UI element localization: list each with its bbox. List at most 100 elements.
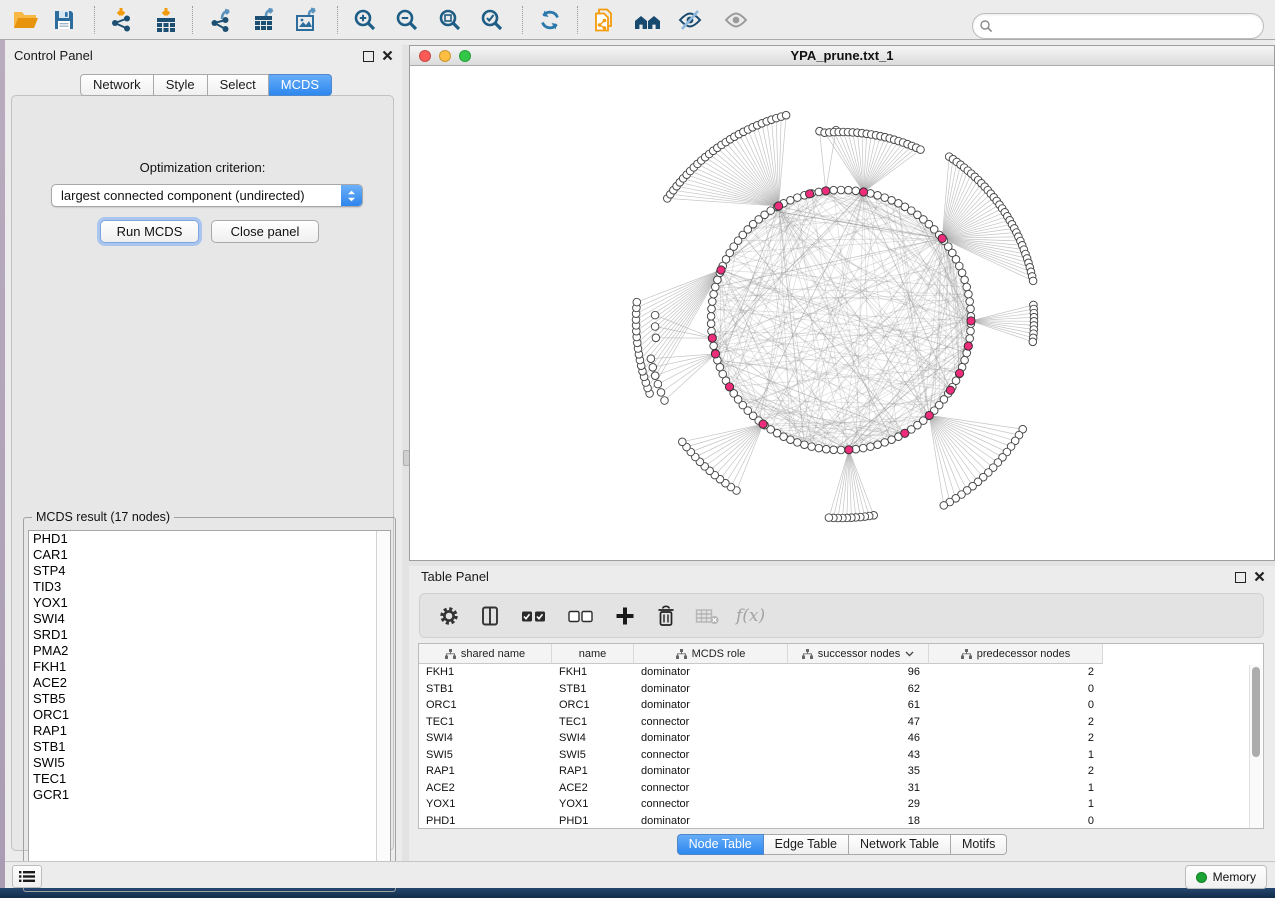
table-row[interactable]: SWI4SWI4dominator462: [419, 730, 1251, 747]
graph-node[interactable]: [710, 290, 718, 298]
graph-node[interactable]: [654, 380, 662, 388]
graph-mcds-node[interactable]: [711, 350, 719, 358]
list-item[interactable]: PHD1: [29, 531, 390, 547]
home-icon[interactable]: [630, 2, 666, 38]
graph-mcds-node[interactable]: [775, 202, 783, 210]
memory-button[interactable]: Memory: [1185, 865, 1267, 889]
graph-node[interactable]: [958, 269, 966, 277]
graph-mcds-node[interactable]: [759, 420, 767, 428]
zoom-out-icon[interactable]: [389, 2, 425, 38]
zoom-fit-icon[interactable]: [432, 2, 468, 38]
graph-node[interactable]: [782, 111, 790, 119]
tab-style[interactable]: Style: [154, 74, 208, 96]
vertical-splitter[interactable]: [402, 45, 409, 861]
graph-node[interactable]: [822, 445, 830, 453]
graph-node[interactable]: [881, 439, 889, 447]
list-item[interactable]: ACE2: [29, 675, 390, 691]
network-window-titlebar[interactable]: YPA_prune.txt_1: [410, 46, 1274, 66]
save-icon[interactable]: [46, 2, 82, 38]
graph-mcds-node[interactable]: [901, 429, 909, 437]
graph-node[interactable]: [649, 364, 657, 372]
close-window-icon[interactable]: [1254, 571, 1265, 582]
share-document-icon[interactable]: [588, 2, 624, 38]
float-window-icon[interactable]: [1235, 572, 1246, 583]
list-item[interactable]: SWI5: [29, 755, 390, 771]
graph-node[interactable]: [651, 311, 659, 319]
graph-node[interactable]: [647, 355, 655, 363]
graph-node[interactable]: [961, 276, 969, 284]
column-header-name[interactable]: name: [552, 644, 634, 664]
graph-mcds-node[interactable]: [938, 234, 946, 242]
graph-mcds-node[interactable]: [725, 383, 733, 391]
graph-node[interactable]: [967, 305, 975, 313]
graph-node[interactable]: [815, 444, 823, 452]
table-row[interactable]: STB1STB1dominator620: [419, 681, 1251, 698]
graph-node[interactable]: [714, 276, 722, 284]
graph-node[interactable]: [1029, 338, 1037, 346]
graph-node[interactable]: [852, 187, 860, 195]
graph-node[interactable]: [917, 146, 925, 154]
zoom-selected-icon[interactable]: [474, 2, 510, 38]
table-scrollbar-thumb[interactable]: [1252, 667, 1260, 757]
list-item[interactable]: TEC1: [29, 771, 390, 787]
graph-node[interactable]: [830, 186, 838, 194]
graph-node[interactable]: [940, 502, 948, 510]
list-item[interactable]: FKH1: [29, 659, 390, 675]
list-item[interactable]: GCR1: [29, 787, 390, 803]
graph-node[interactable]: [874, 441, 882, 449]
network-graph-canvas[interactable]: [410, 66, 1274, 560]
search-input[interactable]: [999, 16, 1263, 36]
column-header-predecessor-nodes[interactable]: predecessor nodes: [929, 644, 1103, 664]
hide-selected-icon[interactable]: [672, 2, 708, 38]
graph-node[interactable]: [707, 320, 715, 328]
list-item[interactable]: SRD1: [29, 627, 390, 643]
graph-node[interactable]: [961, 356, 969, 364]
mcds-result-list[interactable]: PHD1CAR1STP4TID3YOX1SWI4SRD1PMA2FKH1ACE2…: [28, 530, 391, 887]
list-item[interactable]: TID3: [29, 579, 390, 595]
task-history-button[interactable]: [12, 865, 42, 888]
graph-node[interactable]: [716, 363, 724, 371]
select-all-columns-icon[interactable]: [519, 604, 549, 628]
graph-mcds-node[interactable]: [845, 446, 853, 454]
graph-mcds-node[interactable]: [967, 317, 975, 325]
create-column-plus-icon[interactable]: [613, 604, 637, 628]
graph-node[interactable]: [837, 186, 845, 194]
table-row[interactable]: TEC1TEC1connector472: [419, 714, 1251, 731]
column-header-shared-name[interactable]: shared name: [419, 644, 552, 664]
list-item[interactable]: CAR1: [29, 547, 390, 563]
graph-mcds-node[interactable]: [806, 190, 814, 198]
graph-mcds-node[interactable]: [925, 411, 933, 419]
graph-node[interactable]: [845, 186, 853, 194]
table-row[interactable]: SWI5SWI5connector431: [419, 747, 1251, 764]
tab-node-table[interactable]: Node Table: [677, 834, 764, 855]
list-item[interactable]: STB1: [29, 739, 390, 755]
graph-mcds-node[interactable]: [956, 369, 964, 377]
graph-mcds-node[interactable]: [708, 334, 716, 342]
graph-mcds-node[interactable]: [860, 188, 868, 196]
graph-node[interactable]: [709, 298, 717, 306]
table-row[interactable]: YOX1YOX1connector291: [419, 796, 1251, 813]
import-table-icon[interactable]: [148, 2, 184, 38]
graph-node[interactable]: [837, 446, 845, 454]
tab-motifs[interactable]: Motifs: [951, 834, 1007, 855]
export-network-icon[interactable]: [204, 2, 240, 38]
close-window-icon[interactable]: [382, 50, 393, 61]
list-item[interactable]: RAP1: [29, 723, 390, 739]
show-columns-icon[interactable]: [478, 604, 502, 628]
table-settings-gear-icon[interactable]: [437, 604, 461, 628]
export-table-icon[interactable]: [247, 2, 283, 38]
graph-node[interactable]: [966, 335, 974, 343]
column-header-successor-nodes[interactable]: successor nodes: [788, 644, 929, 664]
list-item[interactable]: STP4: [29, 563, 390, 579]
zoom-in-icon[interactable]: [347, 2, 383, 38]
graph-node[interactable]: [707, 313, 715, 321]
graph-node[interactable]: [859, 444, 867, 452]
run-mcds-button[interactable]: Run MCDS: [100, 220, 199, 243]
optimization-criterion-select[interactable]: largest connected component (undirected): [51, 184, 363, 207]
graph-mcds-node[interactable]: [717, 266, 725, 274]
graph-node[interactable]: [651, 323, 659, 331]
tab-mcds[interactable]: MCDS: [269, 74, 332, 96]
open-icon[interactable]: [8, 2, 44, 38]
graph-node[interactable]: [963, 283, 971, 291]
import-network-icon[interactable]: [104, 2, 140, 38]
